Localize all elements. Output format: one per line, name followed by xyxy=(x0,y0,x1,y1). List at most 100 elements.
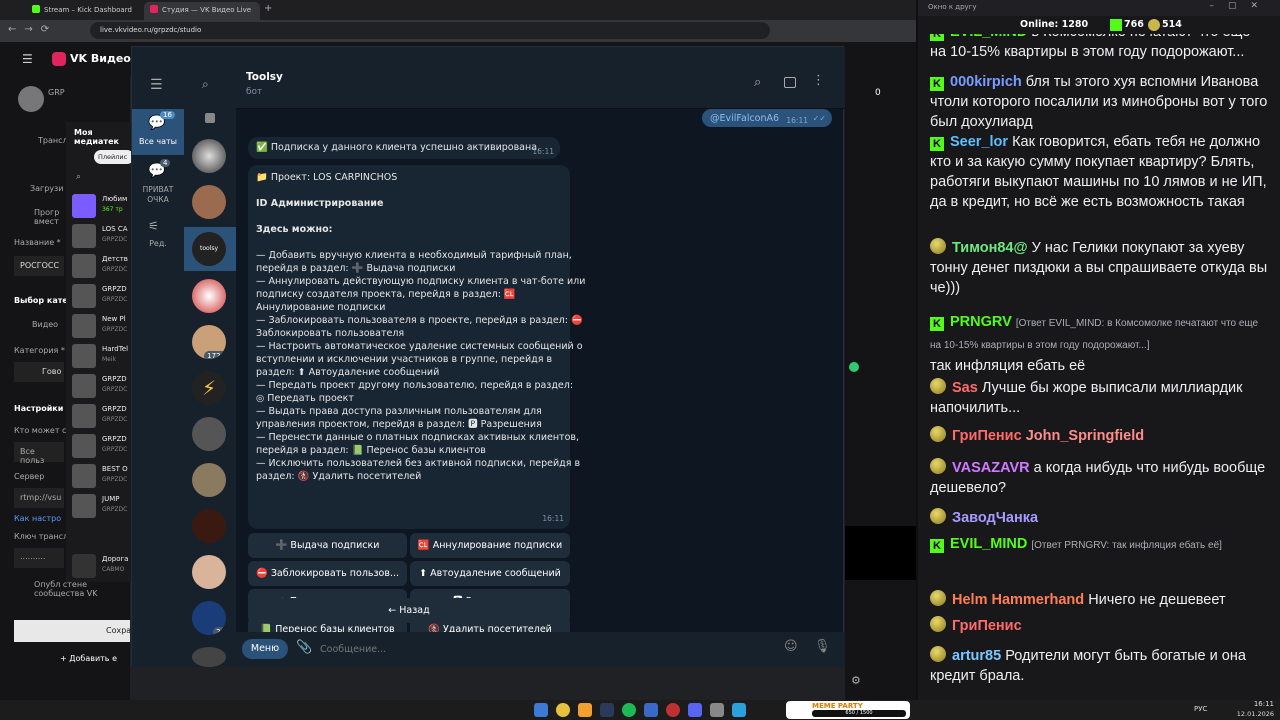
username[interactable]: EVIL_MIND xyxy=(950,536,1027,552)
chat-avatar[interactable]: 1724 xyxy=(192,325,226,359)
list-item[interactable]: Детств GRPZDC xyxy=(72,252,134,282)
list-item[interactable]: GRPZD GRPZDC xyxy=(72,402,134,432)
search-icon[interactable]: ⌕ xyxy=(202,77,209,92)
explorer-icon[interactable] xyxy=(578,703,592,717)
chat-message[interactable]: ГриПенис xyxy=(930,616,1270,636)
incoming-message-admin[interactable]: 📁 Проект: LOS CARPINCHOS ID Администриро… xyxy=(248,165,585,529)
cancel-subscription-button[interactable]: 🆑 Аннулирование подписки xyxy=(410,533,570,558)
playlist-filter[interactable]: Плейлис xyxy=(94,150,134,164)
emoji-icon[interactable]: ☺ xyxy=(784,639,798,654)
chat-message[interactable]: K PRNGRV [Ответ EVIL_MIND: в Комсомолке п… xyxy=(930,312,1270,376)
block-user-button[interactable]: ⛔ Заблокировать пользов... xyxy=(248,561,407,586)
chat-avatar[interactable] xyxy=(192,509,226,543)
language-indicator[interactable]: РУС xyxy=(1194,705,1207,713)
username[interactable]: Sas xyxy=(952,380,978,396)
menu-icon[interactable]: ☰ xyxy=(150,77,163,93)
incoming-message[interactable]: ✅ Подписка у данного клиента успешно акт… xyxy=(248,137,560,159)
chat-avatar[interactable] xyxy=(192,139,226,173)
chat-message[interactable]: Sas Лучше бы жоре выписали миллиардик на… xyxy=(930,378,1270,418)
chat-message[interactable]: artur85 Родители могут быть богатые и он… xyxy=(930,646,1270,686)
chat-message[interactable]: Helm Hammerhand Ничего не дешевеет xyxy=(930,590,1270,610)
key-field[interactable]: .......... xyxy=(14,548,64,568)
list-item[interactable]: New Pl GRPZDC xyxy=(72,312,134,342)
chat-active-toolsy[interactable]: toolsy xyxy=(184,227,236,271)
chat-message[interactable]: KEVIL_MIND в Комсомолке печатают что еще… xyxy=(930,34,1270,62)
auto-delete-button[interactable]: ⬆ Автоудаление сообщений xyxy=(410,561,570,586)
more-icon[interactable]: ⋮ xyxy=(812,73,825,88)
list-item[interactable]: Любим 367 тр xyxy=(72,192,134,222)
category-input[interactable]: Гово xyxy=(14,362,64,382)
spotify-icon[interactable] xyxy=(622,703,636,717)
nav-buttons[interactable]: ←→⟳ xyxy=(8,24,57,35)
lightning-icon[interactable]: ⚡ xyxy=(192,371,226,405)
list-item[interactable]: BEST O GRPZDC xyxy=(72,462,134,492)
folder-all-chats[interactable]: 💬 16 Все чаты xyxy=(132,109,184,155)
clock-time[interactable]: 16:11 xyxy=(1244,700,1274,708)
chat-avatar[interactable] xyxy=(192,417,226,451)
username[interactable]: Тимон84@ xyxy=(952,240,1028,256)
obs-icon[interactable] xyxy=(666,703,680,717)
list-item[interactable]: GRPZD GRPZDC xyxy=(72,432,134,462)
chat-message[interactable]: ГриПенис John_Springfield xyxy=(930,426,1270,446)
window-controls[interactable]: –▢✕ xyxy=(1209,1,1272,11)
attach-icon[interactable]: 📎 xyxy=(296,640,312,655)
username[interactable]: artur85 xyxy=(952,648,1001,664)
steam-icon[interactable] xyxy=(600,703,614,717)
url-field[interactable]: live.vkvideo.ru/grpzdc/studio xyxy=(90,22,770,39)
username[interactable]: 000kirpich xyxy=(950,74,1022,90)
who-can-select[interactable]: Все польз xyxy=(14,442,64,465)
list-item[interactable]: GRPZD GRPZDC xyxy=(72,282,134,312)
tab-vk-studio[interactable]: Студия — VK Видео Live xyxy=(144,2,260,20)
message-input[interactable] xyxy=(320,639,770,659)
new-tab-button[interactable]: + xyxy=(264,3,272,14)
avatar[interactable] xyxy=(18,86,44,112)
gear-icon[interactable]: ⚙ xyxy=(851,674,861,687)
section-broadcast[interactable]: Трансл xyxy=(38,136,68,145)
username[interactable]: ГриПенис xyxy=(952,428,1022,444)
save-button[interactable]: Сохра xyxy=(14,620,131,642)
chat-message[interactable]: K EVIL_MIND [Ответ PRNGRV: так инфляция е… xyxy=(930,534,1270,556)
username[interactable]: ГриПенис xyxy=(952,618,1022,634)
folder-edit[interactable]: ⚟ Ред. xyxy=(132,219,184,255)
title-input[interactable]: РОСГОСС xyxy=(14,256,64,276)
chat-message[interactable]: VASAZAVR а когда нибудь что нибудь вообщ… xyxy=(930,458,1270,498)
outgoing-message[interactable]: @EvilFalconA6 16:11 ✓✓ xyxy=(702,109,832,127)
app-icon[interactable] xyxy=(644,703,658,717)
chat-message[interactable]: Тимон84@ У нас Гелики покупают за хуеву … xyxy=(930,238,1270,298)
chat-message[interactable]: K 000kirpich бля ты этого хуя вспомни Ива… xyxy=(930,72,1270,132)
chat-avatar[interactable] xyxy=(192,185,226,219)
chrome-icon[interactable] xyxy=(556,703,570,717)
video-option[interactable]: Видео xyxy=(32,320,58,329)
how-to-link[interactable]: Как настро xyxy=(14,514,61,523)
list-item[interactable]: JUMP GRPZDC xyxy=(72,492,134,522)
chat-avatar[interactable] xyxy=(192,279,226,313)
username[interactable]: VASAZAVR xyxy=(952,460,1030,476)
username[interactable]: Helm Hammerhand xyxy=(952,592,1084,608)
username[interactable]: ЗаводЧанка xyxy=(952,510,1038,526)
menu-icon[interactable]: ☰ xyxy=(22,52,33,66)
bot-menu-button[interactable]: Меню xyxy=(242,639,288,659)
server-field[interactable]: rtmp://vsu xyxy=(14,488,64,508)
list-item[interactable]: LOS CA GRPZDC xyxy=(72,222,134,252)
folder-private[interactable]: 💬 4 ПРИВАТ ОЧКА xyxy=(132,159,184,209)
search-icon[interactable]: ⌕ xyxy=(754,75,761,90)
list-item[interactable]: HardTel Meik xyxy=(72,342,134,372)
back-button[interactable]: ← Назад xyxy=(248,598,570,623)
chat-avatar[interactable] xyxy=(192,463,226,497)
chat-avatar[interactable]: 29 xyxy=(192,601,226,635)
chat-message[interactable]: K Seer_lor Как говорится, ебать тебя не д… xyxy=(930,132,1270,212)
start-icon[interactable] xyxy=(534,703,548,717)
issue-subscription-button[interactable]: ➕ Выдача подписки xyxy=(248,533,407,558)
chat-avatar[interactable] xyxy=(192,647,226,667)
username[interactable]: EVIL_MIND xyxy=(950,34,1027,40)
app-icon[interactable] xyxy=(710,703,724,717)
username[interactable]: PRNGRV xyxy=(950,314,1012,330)
now-playing[interactable]: Дорога САВМО xyxy=(72,552,134,582)
discord-icon[interactable] xyxy=(688,703,702,717)
list-item[interactable]: GRPZD GRPZDC xyxy=(72,372,134,402)
upload-label[interactable]: Загрузи xyxy=(30,184,64,193)
archive-icon[interactable] xyxy=(205,113,215,123)
telegram-icon[interactable] xyxy=(732,703,746,717)
publish-option[interactable]: Опубл стене сообщества VK xyxy=(34,580,130,598)
sidebar-toggle-icon[interactable] xyxy=(784,77,796,88)
